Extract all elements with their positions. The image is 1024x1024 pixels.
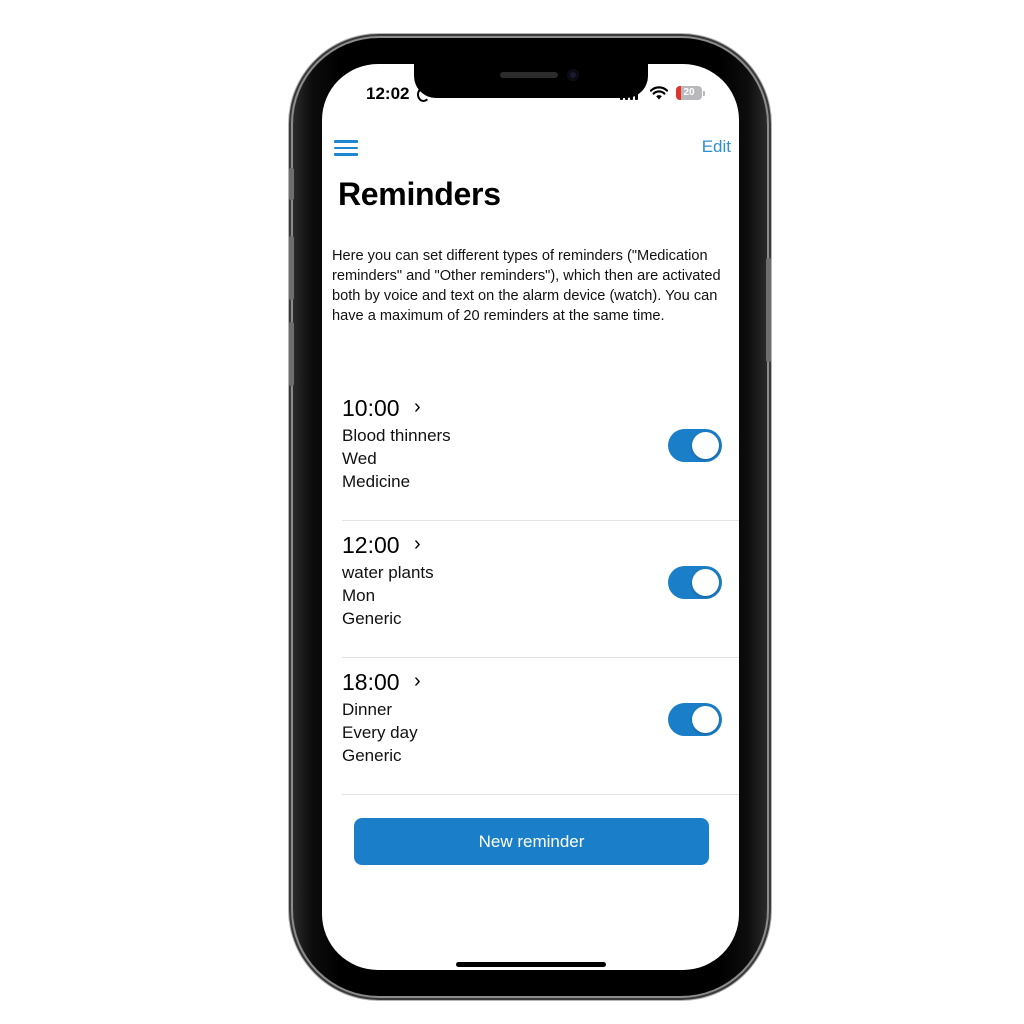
status-time: 12:02: [366, 84, 410, 103]
battery-percentage: 20: [683, 87, 695, 98]
page-description: Here you can set different types of remi…: [332, 248, 721, 324]
home-indicator: [456, 962, 606, 967]
reminder-toggle[interactable]: [668, 566, 722, 599]
toggle-knob: [692, 569, 719, 596]
hamburger-menu-icon[interactable]: [334, 138, 360, 158]
chevron-right-icon[interactable]: ›: [414, 396, 421, 419]
reminder-time[interactable]: 10:00: [342, 395, 400, 422]
row-divider: [342, 794, 739, 795]
app-screen: 12:02 20 Edit Reminders Here you can set…: [322, 64, 739, 970]
volume-down-button: [289, 322, 294, 386]
speaker-grille: [500, 72, 558, 78]
new-reminder-button[interactable]: New reminder: [354, 818, 709, 865]
reminder-type: Medicine: [342, 472, 411, 491]
reminder-toggle[interactable]: [668, 703, 722, 736]
edit-button[interactable]: Edit: [702, 137, 731, 157]
page-title: Reminders: [338, 176, 501, 212]
chevron-right-icon[interactable]: ›: [414, 533, 421, 556]
reminder-row[interactable]: 12:00 › water plants Mon Generic: [322, 521, 739, 658]
reminder-time[interactable]: 18:00: [342, 669, 400, 696]
reminder-days: Wed: [342, 449, 377, 468]
reminder-type: Generic: [342, 746, 402, 765]
reminder-name: Dinner: [342, 700, 393, 719]
mute-switch: [289, 168, 294, 200]
toggle-knob: [692, 706, 719, 733]
front-camera: [567, 69, 579, 81]
reminder-row[interactable]: 10:00 › Blood thinners Wed Medicine: [322, 384, 739, 521]
battery-icon: 20: [676, 86, 702, 100]
toggle-knob: [692, 432, 719, 459]
volume-up-button: [289, 236, 294, 300]
wifi-icon: [650, 86, 668, 100]
reminder-row[interactable]: 18:00 › Dinner Every day Generic: [322, 658, 739, 795]
reminder-toggle[interactable]: [668, 429, 722, 462]
battery-cap: [703, 91, 705, 96]
reminder-name: Blood thinners: [342, 426, 451, 445]
reminder-days: Every day: [342, 723, 418, 742]
reminder-time[interactable]: 12:00: [342, 532, 400, 559]
power-button: [766, 258, 771, 362]
cellular-signal-icon: [620, 88, 640, 100]
reminder-type: Generic: [342, 609, 402, 628]
notch: [414, 64, 648, 98]
reminder-days: Mon: [342, 586, 376, 605]
reminder-name: water plants: [342, 563, 434, 582]
chevron-right-icon[interactable]: ›: [414, 670, 421, 693]
